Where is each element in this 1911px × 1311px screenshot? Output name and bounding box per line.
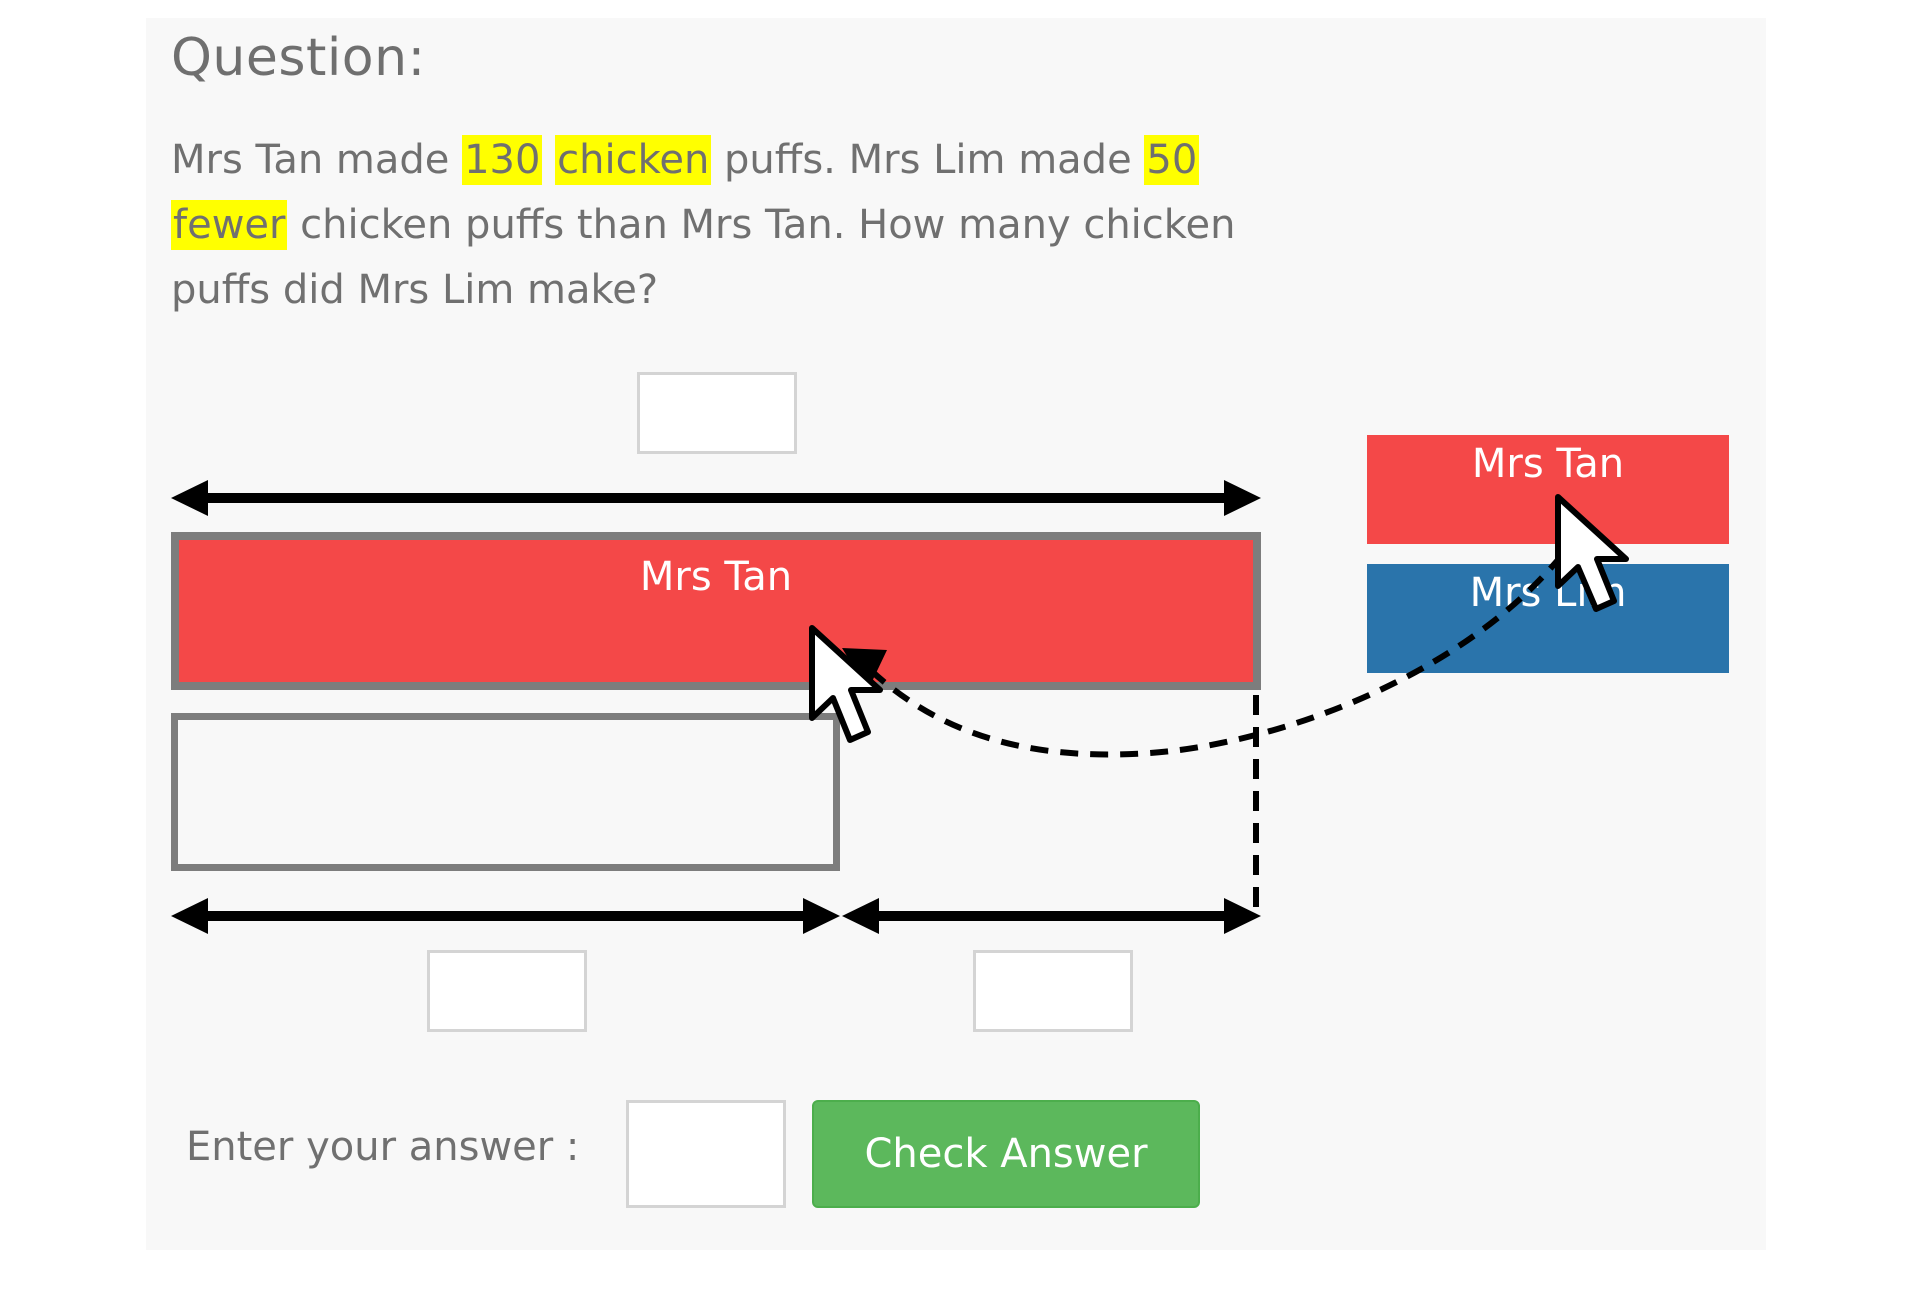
mrs-lim-draggable-text: Mrs Lim — [1469, 570, 1627, 616]
mrs-tan-draggable-label[interactable]: Mrs Tan — [1367, 435, 1729, 544]
mrs-tan-model-bar: Mrs Tan — [171, 532, 1261, 690]
highlighted-keyword: fewer — [171, 200, 288, 250]
question-text-segment: Mrs Tan made — [171, 137, 463, 183]
difference-value-box[interactable] — [973, 950, 1133, 1032]
mrs-lim-value-box[interactable] — [427, 950, 587, 1032]
mrs-tan-model-bar-label: Mrs Tan — [639, 554, 793, 600]
mrs-lim-draggable-label[interactable]: Mrs Lim — [1367, 564, 1729, 673]
question-heading: Question: — [171, 28, 426, 88]
highlighted-keyword: 50 — [1144, 135, 1200, 185]
highlighted-keyword: 130 — [462, 135, 543, 185]
question-text-segment: chicken puffs than Mrs Tan. How many chi… — [171, 202, 1236, 313]
question-text-segment: puffs. Mrs Lim made — [711, 137, 1145, 183]
total-value-box[interactable] — [637, 372, 797, 454]
highlighted-keyword: chicken — [555, 135, 712, 185]
answer-label: Enter your answer : — [186, 1124, 580, 1170]
mrs-lim-drop-zone[interactable] — [171, 713, 840, 871]
check-answer-button[interactable]: Check Answer — [812, 1100, 1200, 1208]
answer-input[interactable] — [626, 1100, 786, 1208]
mrs-tan-draggable-text: Mrs Tan — [1471, 441, 1625, 487]
question-text: Mrs Tan made 130 chicken puffs. Mrs Lim … — [171, 128, 1251, 323]
question-text-segment — [542, 137, 555, 183]
